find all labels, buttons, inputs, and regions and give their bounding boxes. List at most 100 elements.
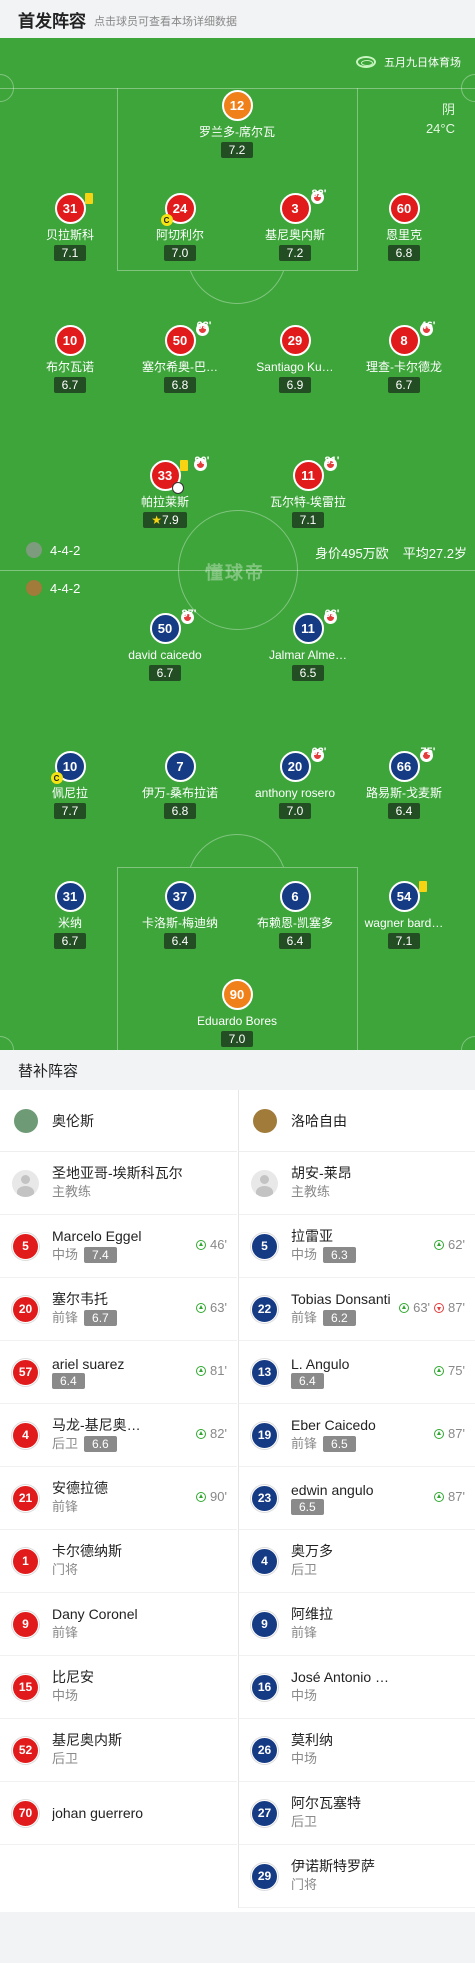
sub-player-row[interactable]: 9 阿维拉 前锋 xyxy=(239,1593,475,1656)
player-marker[interactable]: 24 C 阿切利尔 7.0 xyxy=(125,193,235,262)
sub-player-row[interactable]: 70 johan guerrero xyxy=(0,1782,237,1845)
player-marker[interactable]: 6 布赖恩-凯塞多 6.4 xyxy=(240,881,350,950)
stadium-icon xyxy=(356,56,376,68)
player-name: 阿维拉 xyxy=(291,1606,333,1622)
player-name: 塞尔韦托 xyxy=(52,1291,108,1307)
away-team-row[interactable]: 洛哈自由 xyxy=(239,1090,475,1152)
player-position: 门将 xyxy=(291,1877,318,1892)
sub-player-row[interactable]: 13 L. Angulo 6.4 75' xyxy=(239,1341,475,1404)
sub-player-row[interactable]: 27 阿尔瓦塞特 后卫 xyxy=(239,1782,475,1845)
player-marker[interactable]: 10 C 佩尼拉 7.7 xyxy=(15,751,125,820)
sub-time: 90' xyxy=(194,455,210,467)
sub-time: 90' xyxy=(210,1489,227,1504)
player-marker[interactable]: 54 wagner bard… 7.1 xyxy=(349,881,459,950)
player-meta: 6.5 xyxy=(291,1499,391,1515)
player-rating: 6.7 xyxy=(148,665,182,681)
sub-player-row[interactable]: 57 ariel suarez 6.4 81' xyxy=(0,1341,237,1404)
player-marker[interactable]: 11 63' Jalmar Alme… 6.5 xyxy=(253,608,363,682)
sub-player-row[interactable]: 5 拉雷亚 中场 6.3 62' xyxy=(239,1215,475,1278)
page-title: 首发阵容 xyxy=(18,11,86,31)
player-marker[interactable]: 7 伊万-桑布拉诺 6.8 xyxy=(125,751,235,820)
sub-time: 63' xyxy=(196,320,212,332)
home-team-row[interactable]: 奥伦斯 xyxy=(0,1090,237,1152)
player-marker[interactable]: 12 罗兰多-席尔瓦 7.2 xyxy=(182,90,292,159)
player-marker[interactable]: 37 卡洛斯-梅迪纳 6.4 xyxy=(125,881,235,950)
sub-in-icon xyxy=(196,1491,207,1502)
sub-player-row[interactable]: 19 Eber Caicedo 前锋 6.5 87' xyxy=(239,1404,475,1467)
subs-title: 替补阵容 xyxy=(0,1050,475,1090)
sub-player-row[interactable]: 52 基尼奥内斯 后卫 xyxy=(0,1719,237,1782)
sub-events: 62' xyxy=(434,1237,465,1252)
sub-player-row[interactable]: 23 edwin angulo 6.5 87' xyxy=(239,1467,475,1530)
sub-player-row[interactable]: 15 比尼安 中场 xyxy=(0,1656,237,1719)
player-position: 前锋 xyxy=(52,1310,79,1325)
sub-player-row[interactable]: 5 Marcelo Eggel 中场 7.4 46' xyxy=(0,1215,237,1278)
player-meta: 中场 xyxy=(52,1686,152,1706)
player-number: 3 xyxy=(291,201,299,216)
player-marker[interactable]: 90 Eduardo Bores 7.0 xyxy=(182,979,292,1048)
sub-player-row[interactable]: 20 塞尔韦托 前锋 6.7 63' xyxy=(0,1278,237,1341)
sub-in-icon xyxy=(434,1239,445,1250)
player-number: 1 xyxy=(12,1547,39,1575)
sub-events: 46' xyxy=(196,1237,227,1252)
player-marker[interactable]: 33 90' 帕拉莱斯 ★7.9 xyxy=(110,455,220,529)
sub-events: 82' xyxy=(196,1426,227,1441)
sub-player-row[interactable]: 21 安德拉德 前锋 90' xyxy=(0,1467,237,1530)
sub-time: 75' xyxy=(420,746,436,758)
player-marker[interactable]: 8 46' 理查-卡尔德龙 6.7 xyxy=(349,320,459,394)
sub-in-icon xyxy=(196,1428,207,1439)
away-coach-row[interactable]: 胡安-莱昂 主教练 xyxy=(239,1152,475,1215)
sub-player-row[interactable]: 16 José Antonio … 中场 xyxy=(239,1656,475,1719)
player-marker[interactable]: 31 贝拉斯科 7.1 xyxy=(15,193,125,262)
sub-player-row[interactable]: 9 Dany Coronel 前锋 xyxy=(0,1593,237,1656)
sub-time: 63' xyxy=(413,1300,431,1315)
sub-player-row[interactable]: 1 卡尔德纳斯 门将 xyxy=(0,1530,237,1593)
player-number: 90 xyxy=(221,979,253,1010)
player-name: 伊万-桑布拉诺 xyxy=(142,786,218,800)
player-name: Santiago Ku… xyxy=(256,360,334,374)
player-rating: 7.1 xyxy=(53,245,87,261)
player-rating: 6.7 xyxy=(387,377,421,393)
sub-time: 82' xyxy=(210,1426,227,1441)
player-meta: 门将 xyxy=(52,1560,152,1580)
player-marker[interactable]: 60 恩里克 6.8 xyxy=(349,193,459,262)
player-meta: 中场 6.3 xyxy=(291,1245,391,1265)
player-name: 恩里克 xyxy=(385,228,422,242)
sub-player-row[interactable]: 29 伊诺斯特罗萨 门将 xyxy=(239,1845,475,1908)
sub-time: 63' xyxy=(324,608,340,620)
player-marker[interactable]: 50 87' david caicedo 6.7 xyxy=(110,608,220,682)
player-marker[interactable]: 31 米纳 6.7 xyxy=(15,881,125,950)
sub-in-icon xyxy=(434,1491,445,1502)
coach-role: 主教练 xyxy=(291,1184,331,1199)
away-team-name: 洛哈自由 xyxy=(291,1112,347,1129)
player-name: 布赖恩-凯塞多 xyxy=(257,916,333,930)
player-name: 伊诺斯特罗萨 xyxy=(291,1858,375,1874)
sub-player-row[interactable]: 22 Tobias Donsanti 前锋 6.2 63' 87' xyxy=(239,1278,475,1341)
player-marker[interactable]: 20 62' anthony rosero 7.0 xyxy=(240,746,350,820)
player-marker[interactable]: 3 82' 基尼奥内斯 7.2 xyxy=(240,188,350,262)
player-number: 31 xyxy=(54,881,86,912)
player-name: johan guerrero xyxy=(52,1805,144,1821)
player-rating: 6.8 xyxy=(163,803,197,819)
sub-time: 75' xyxy=(448,1363,465,1378)
player-number: 4 xyxy=(251,1547,278,1575)
player-rating: 7.7 xyxy=(53,803,87,819)
player-name: José Antonio … xyxy=(291,1669,390,1685)
sub-player-row[interactable]: 4 奥万多 后卫 xyxy=(239,1530,475,1593)
home-coach-row[interactable]: 圣地亚哥-埃斯科瓦尔 主教练 xyxy=(0,1152,237,1215)
player-marker[interactable]: 29 Santiago Ku… 6.9 xyxy=(240,325,350,394)
player-meta: 6.4 xyxy=(291,1373,391,1389)
player-marker[interactable]: 50 63' 塞尔希奥-巴… 6.8 xyxy=(125,320,235,394)
player-number: 22 xyxy=(251,1295,278,1323)
sub-player-row[interactable]: 4 马龙-基尼奥… 后卫 6.6 82' xyxy=(0,1404,237,1467)
player-position: 门将 xyxy=(52,1562,79,1577)
sub-player-row[interactable]: 26 莫利纳 中场 xyxy=(239,1719,475,1782)
sub-time: 62' xyxy=(311,746,327,758)
away-formation: 4-4-2 xyxy=(26,580,80,596)
player-name: Jalmar Alme… xyxy=(268,648,348,662)
player-marker[interactable]: 10 布尔瓦诺 6.7 xyxy=(15,325,125,394)
player-marker[interactable]: 11 81' 瓦尔特-埃雷拉 7.1 xyxy=(253,455,363,529)
player-meta: 前锋 xyxy=(52,1497,152,1517)
player-name: Tobias Donsanti xyxy=(291,1291,391,1307)
player-marker[interactable]: 66 75' 路易斯-戈麦斯 6.4 xyxy=(349,746,459,820)
